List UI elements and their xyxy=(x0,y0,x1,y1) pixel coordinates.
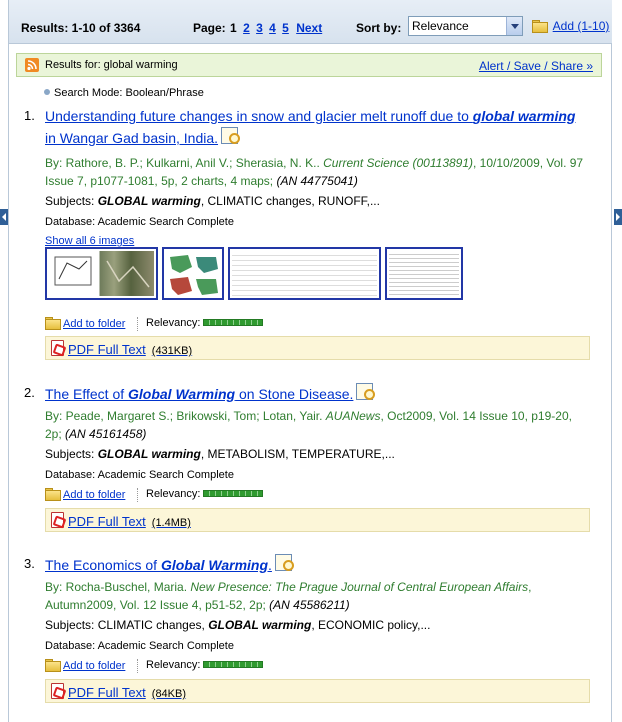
result-number: 2. xyxy=(24,385,35,400)
result-database: Database: Academic Search Complete xyxy=(45,469,234,481)
pdf-icon[interactable] xyxy=(51,340,64,356)
result-subjects: Subjects: CLIMATIC changes, GLOBAL warmi… xyxy=(45,618,431,632)
results-for-text: Results for: global warming xyxy=(45,59,178,71)
result-subjects: Subjects: GLOBAL warming, METABOLISM, TE… xyxy=(45,447,395,461)
add-to-folder-link[interactable]: Add to folder xyxy=(63,489,125,501)
result-title: Understanding future changes in snow and… xyxy=(45,106,590,149)
preview-magnifier-icon[interactable] xyxy=(356,383,376,400)
show-all-images-link[interactable]: Show all 6 images xyxy=(45,235,134,247)
result-citation: By: Peade, Margaret S.; Brikowski, Tom; … xyxy=(45,409,572,441)
relevancy-bar xyxy=(203,490,264,497)
page-label: Page: xyxy=(193,21,226,35)
results-count: Results: 1-10 of 3364 xyxy=(21,21,141,35)
chevron-right-icon xyxy=(616,213,620,221)
result-citation: By: Rocha-Buschel, Maria. New Presence: … xyxy=(45,580,532,612)
result-actions: Add to folder Relevancy: xyxy=(45,488,590,504)
pdf-full-text-bar: PDF Full Text (431KB) xyxy=(45,336,590,360)
result-number: 1. xyxy=(24,108,35,123)
pdf-size: (84KB) xyxy=(151,688,187,700)
pdf-full-text-link[interactable]: PDF Full Text (431KB) xyxy=(68,342,192,357)
pdf-full-text-bar: PDF Full Text (84KB) xyxy=(45,679,590,703)
dropdown-arrow-icon[interactable] xyxy=(506,17,522,35)
map-thumbnail[interactable] xyxy=(45,247,158,300)
search-mode-text: Search Mode: Boolean/Phrase xyxy=(54,87,204,99)
relevancy: Relevancy: xyxy=(146,659,264,671)
page-link-2[interactable]: 2 xyxy=(243,21,250,35)
next-page-link[interactable]: Next xyxy=(296,21,322,35)
result-item: 2. The Effect of Global Warming on Stone… xyxy=(24,383,590,533)
result-title-link[interactable]: The Economics of Global Warming. xyxy=(45,557,272,573)
left-collapse-arrow[interactable] xyxy=(0,209,8,225)
relevancy: Relevancy: xyxy=(146,488,264,500)
chart-thumbnail[interactable] xyxy=(162,247,224,300)
bullet-icon xyxy=(44,89,50,95)
page-link-3[interactable]: 3 xyxy=(256,21,263,35)
current-page: 1 xyxy=(230,21,237,35)
result-database: Database: Academic Search Complete xyxy=(45,216,234,228)
search-term: global warming xyxy=(103,59,178,71)
sort-select[interactable]: Relevance xyxy=(408,16,523,36)
divider xyxy=(137,317,138,331)
result-item: 3. The Economics of Global Warming. By: … xyxy=(24,554,590,706)
result-title-link[interactable]: The Effect of Global Warming on Stone Di… xyxy=(45,386,353,402)
add-to-folder-link[interactable]: Add to folder xyxy=(63,660,125,672)
result-citation: By: Rathore, B. P.; Kulkarni, Anil V.; S… xyxy=(45,156,584,188)
relevancy-bar xyxy=(203,661,264,668)
preview-magnifier-icon[interactable] xyxy=(274,554,295,571)
results-for-label: Results for: xyxy=(45,59,101,71)
result-database: Database: Academic Search Complete xyxy=(45,640,234,652)
result-title: The Economics of Global Warming. xyxy=(45,554,590,576)
result-title: The Effect of Global Warming on Stone Di… xyxy=(45,383,590,405)
page-link-5[interactable]: 5 xyxy=(282,21,289,35)
results-for-bar: Results for: global warming Alert / Save … xyxy=(16,53,602,77)
pdf-full-text-link[interactable]: PDF Full Text (1.4MB) xyxy=(68,514,191,529)
sort-label: Sort by: xyxy=(356,21,402,35)
result-title-link[interactable]: Understanding future changes in snow and… xyxy=(45,108,575,146)
pdf-full-text-link[interactable]: PDF Full Text (84KB) xyxy=(68,685,186,700)
page-link-4[interactable]: 4 xyxy=(269,21,276,35)
pagination: Page: 1 2 3 4 5 Next xyxy=(193,21,322,35)
chevron-left-icon xyxy=(2,213,6,221)
result-item: 1. Understanding future changes in snow … xyxy=(24,106,590,366)
result-number: 3. xyxy=(24,556,35,571)
table-thumbnail[interactable] xyxy=(385,247,463,300)
divider xyxy=(137,659,138,673)
pdf-size: (431KB) xyxy=(151,345,193,357)
add-all-to-folder[interactable]: Add (1-10) xyxy=(532,19,609,33)
relevancy-bar xyxy=(203,319,264,326)
folder-icon xyxy=(45,317,61,330)
rss-icon[interactable] xyxy=(25,58,39,72)
result-actions: Add to folder Relevancy: xyxy=(45,659,590,675)
result-actions: Add to folder Relevancy: xyxy=(45,317,590,333)
pdf-icon[interactable] xyxy=(51,512,64,528)
pdf-size: (1.4MB) xyxy=(151,517,191,529)
folder-icon xyxy=(45,659,61,672)
right-collapse-arrow[interactable] xyxy=(614,209,622,225)
add-to-folder-link[interactable]: Add to folder xyxy=(63,318,125,330)
pdf-icon[interactable] xyxy=(51,683,64,699)
relevancy: Relevancy: xyxy=(146,317,264,329)
add-all-link[interactable]: Add (1-10) xyxy=(553,19,610,33)
preview-magnifier-icon[interactable] xyxy=(221,127,241,144)
pdf-full-text-bar: PDF Full Text (1.4MB) xyxy=(45,508,590,532)
table-thumbnail[interactable] xyxy=(228,247,381,300)
alert-save-share-link[interactable]: Alert / Save / Share » xyxy=(479,59,593,73)
result-subjects: Subjects: GLOBAL warming, CLIMATIC chang… xyxy=(45,194,380,208)
folder-icon xyxy=(532,20,548,33)
folder-icon xyxy=(45,488,61,501)
divider xyxy=(137,488,138,502)
sort-selected-value: Relevance xyxy=(412,19,469,33)
search-mode: Search Mode: Boolean/Phrase xyxy=(44,87,204,99)
results-toolbar: Results: 1-10 of 3364 Page: 1 2 3 4 5 Ne… xyxy=(9,0,612,44)
